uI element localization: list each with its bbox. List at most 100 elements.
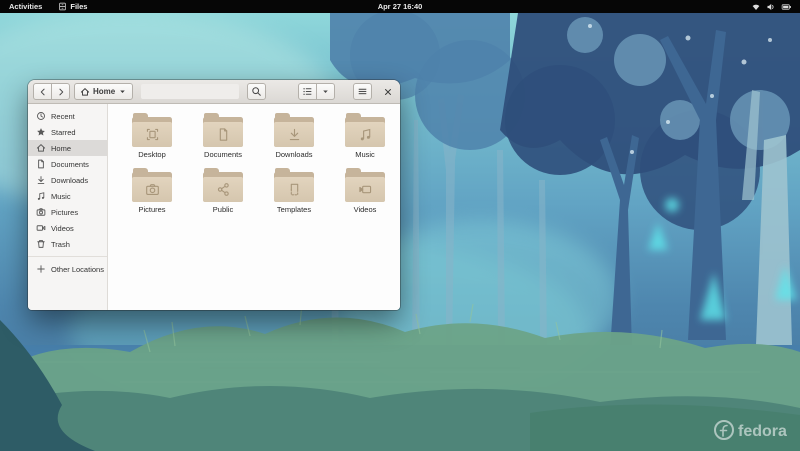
- file-view[interactable]: Desktop Documents Downloads Music Pictures Pu…: [108, 104, 400, 310]
- sidebar-item-label: Downloads: [51, 175, 89, 185]
- videos-icon: [36, 223, 46, 233]
- sidebar-item-label: Home: [51, 143, 72, 153]
- sidebar-item-label: Trash: [51, 239, 70, 249]
- sidebar-item-home[interactable]: Home: [28, 140, 107, 156]
- menu-icon: [357, 86, 368, 97]
- sidebar-item-trash[interactable]: Trash: [28, 236, 107, 252]
- battery-icon: [781, 2, 792, 12]
- sidebar-item-label: Starred: [51, 127, 76, 137]
- emblem-share-icon: [216, 182, 231, 197]
- folder-documents[interactable]: Documents: [190, 111, 256, 163]
- sidebar-item-music[interactable]: Music: [28, 188, 107, 204]
- system-status-area[interactable]: [751, 0, 792, 13]
- wifi-icon: [751, 2, 761, 12]
- gnome-top-bar: Activities Files Apr 27 16:40: [0, 0, 800, 13]
- places-sidebar: Recent Starred Home Documents Downloads Music…: [28, 104, 108, 310]
- clock-button[interactable]: Apr 27 16:40: [0, 2, 800, 11]
- folder-videos[interactable]: Videos: [332, 166, 398, 218]
- folder-icon: [274, 113, 314, 147]
- emblem-document-icon: [216, 127, 231, 142]
- fedora-watermark-text: fedora: [738, 423, 787, 440]
- home-icon: [36, 143, 46, 153]
- sidebar-item-other-locations[interactable]: Other Locations: [28, 261, 107, 277]
- view-toggle-group: [298, 83, 335, 100]
- search-button[interactable]: [247, 83, 266, 100]
- emblem-music-icon: [358, 127, 373, 142]
- files-window: Home Recent Starred Home Documents Downl…: [28, 80, 400, 310]
- folder-icon: [274, 168, 314, 202]
- close-icon: [383, 87, 393, 97]
- activities-button[interactable]: Activities: [9, 2, 42, 11]
- forward-icon: [56, 87, 66, 97]
- caret-down-icon: [321, 87, 330, 96]
- folder-icon: [132, 168, 172, 202]
- folder-label: Music: [355, 150, 375, 159]
- sidebar-item-label: Other Locations: [51, 264, 104, 274]
- search-icon: [251, 86, 262, 97]
- sidebar-item-downloads[interactable]: Downloads: [28, 172, 107, 188]
- location-button[interactable]: Home: [74, 83, 134, 100]
- menu-button[interactable]: [353, 83, 372, 100]
- sidebar-item-documents[interactable]: Documents: [28, 156, 107, 172]
- trash-icon: [36, 239, 46, 249]
- folder-label: Documents: [204, 150, 242, 159]
- recent-icon: [36, 111, 46, 121]
- starred-icon: [36, 127, 46, 137]
- emblem-desktop-icon: [145, 127, 160, 142]
- folder-label: Templates: [276, 205, 312, 214]
- folder-pictures[interactable]: Pictures: [119, 166, 185, 218]
- location-label: Home: [93, 87, 116, 96]
- folder-label: Videos: [353, 205, 377, 214]
- folder-label: Desktop: [138, 150, 166, 159]
- folder-icon: [132, 113, 172, 147]
- history-buttons: [33, 83, 70, 100]
- sidebar-item-label: Recent: [51, 111, 75, 121]
- volume-icon: [766, 2, 776, 12]
- sidebar-item-recent[interactable]: Recent: [28, 108, 107, 124]
- folder-label: Pictures: [138, 205, 166, 214]
- sidebar-item-label: Documents: [51, 159, 89, 169]
- emblem-download-icon: [287, 127, 302, 142]
- folder-templates[interactable]: Templates: [261, 166, 327, 218]
- list-view-icon: [302, 86, 313, 97]
- folder-label: Downloads: [275, 150, 313, 159]
- back-button[interactable]: [33, 83, 52, 100]
- plus-icon: [36, 264, 46, 274]
- sidebar-item-starred[interactable]: Starred: [28, 124, 107, 140]
- sidebar-separator: [28, 256, 107, 257]
- emblem-video-icon: [358, 182, 373, 197]
- emblem-template-icon: [287, 182, 302, 197]
- pictures-icon: [36, 207, 46, 217]
- documents-icon: [36, 159, 46, 169]
- emblem-camera-icon: [145, 182, 160, 197]
- folder-icon: [203, 168, 243, 202]
- app-menu-label: Files: [70, 2, 88, 11]
- folder-icon: [345, 168, 385, 202]
- caret-down-icon: [118, 87, 127, 96]
- sidebar-item-label: Music: [51, 191, 71, 201]
- desktop: fedora Activities Files Apr 27 16:40 Hom…: [0, 0, 800, 451]
- close-button[interactable]: [380, 83, 395, 100]
- sidebar-list: Recent Starred Home Documents Downloads Music…: [28, 108, 107, 252]
- folder-icon: [345, 113, 385, 147]
- folder-desktop[interactable]: Desktop: [119, 111, 185, 163]
- back-icon: [38, 87, 48, 97]
- sidebar-item-videos[interactable]: Videos: [28, 220, 107, 236]
- folder-public[interactable]: Public: [190, 166, 256, 218]
- sidebar-item-pictures[interactable]: Pictures: [28, 204, 107, 220]
- app-menu-button[interactable]: Files: [58, 2, 87, 11]
- sidebar-item-label: Pictures: [51, 207, 79, 217]
- sidebar-item-label: Videos: [51, 223, 74, 233]
- view-options-button[interactable]: [316, 83, 335, 100]
- folder-music[interactable]: Music: [332, 111, 398, 163]
- files-headerbar: Home: [28, 80, 400, 104]
- view-list-button[interactable]: [298, 83, 317, 100]
- files-app-icon: [58, 2, 67, 11]
- home-icon: [80, 87, 90, 97]
- music-icon: [36, 191, 46, 201]
- pathbar-strip: [141, 84, 239, 99]
- forward-button[interactable]: [51, 83, 70, 100]
- folder-downloads[interactable]: Downloads: [261, 111, 327, 163]
- folder-grid: Desktop Documents Downloads Music Pictures Pu…: [108, 104, 400, 218]
- folder-icon: [203, 113, 243, 147]
